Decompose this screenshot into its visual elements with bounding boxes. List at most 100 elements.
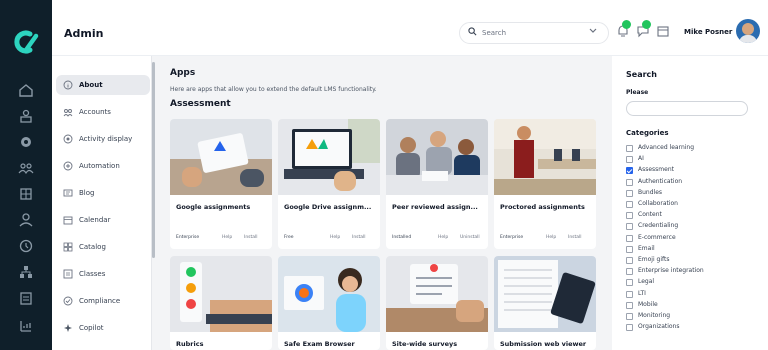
subnav-item-automation[interactable]: Automation — [56, 156, 150, 176]
category-checkbox[interactable] — [626, 201, 633, 208]
category-label: Bundles — [638, 188, 663, 196]
top-header: Admin Search Mike Posner — [52, 0, 768, 56]
app-card-action-link[interactable]: Install — [244, 235, 258, 240]
filter-search-label: Please — [626, 89, 649, 96]
app-rail — [0, 0, 52, 350]
app-card-title: Proctored assignments — [500, 203, 585, 211]
reports-icon[interactable] — [18, 290, 34, 306]
category-checkbox[interactable] — [626, 178, 633, 186]
category-checkbox[interactable] — [626, 290, 633, 298]
category-checkbox[interactable] — [626, 268, 633, 276]
brand-logo-icon[interactable] — [10, 28, 42, 56]
notification-badge — [622, 20, 631, 29]
category-label: Emoji gifts — [638, 256, 670, 263]
app-card-help-link[interactable]: Help — [546, 235, 556, 240]
category-label: Organizations — [638, 323, 680, 331]
section-heading: Assessment — [170, 99, 231, 109]
app-card-title: Site-wide surveys — [392, 340, 458, 348]
category-checkbox[interactable] — [626, 145, 633, 152]
filter-search-input[interactable] — [626, 101, 748, 116]
analytics-icon[interactable] — [18, 318, 34, 334]
app-card[interactable]: Google Drive assignm... Free Help Instal… — [278, 119, 380, 249]
library-icon[interactable] — [18, 186, 34, 202]
app-card[interactable]: Google assignments Enterprise Help Insta… — [170, 119, 272, 249]
subnav-item-about[interactable]: About — [56, 75, 150, 95]
app-card-tag: Free — [284, 235, 294, 240]
category-label: LTI — [638, 289, 646, 297]
app-card-image — [278, 256, 380, 332]
subnav-item-label: Blog — [79, 189, 95, 197]
chevron-down-icon[interactable] — [589, 27, 597, 36]
category-checkbox[interactable] — [626, 167, 633, 175]
app-card[interactable]: Peer reviewed assign... Installed Help U… — [386, 119, 488, 249]
chat-badge — [642, 20, 651, 29]
avatar[interactable] — [736, 19, 760, 43]
users-icon[interactable] — [18, 160, 34, 176]
category-label: Mobile — [638, 300, 658, 308]
subnav-item-activity-display[interactable]: Activity display — [56, 129, 150, 149]
user-name[interactable]: Mike Posner — [684, 28, 732, 36]
app-card[interactable]: Rubrics — [170, 256, 272, 350]
category-checkbox[interactable] — [626, 212, 633, 220]
app-card-action-link[interactable]: Install — [352, 235, 366, 240]
app-card[interactable]: Site-wide surveys — [386, 256, 488, 350]
subnav-scrollbar[interactable] — [152, 62, 155, 258]
app-card[interactable]: Proctored assignments Enterprise Help In… — [494, 119, 596, 249]
org-chart-icon[interactable] — [18, 264, 34, 280]
apps-description: Here are apps that allow you to extend t… — [170, 86, 377, 93]
calendar-icon[interactable] — [656, 24, 670, 38]
subnav-item-catalog[interactable]: Catalog — [56, 237, 150, 257]
app-card-help-link[interactable]: Help — [330, 235, 340, 240]
app-card-tag: Enterprise — [176, 235, 200, 240]
apps-main: Apps Here are apps that allow you to ext… — [158, 56, 608, 350]
profile-icon[interactable] — [18, 212, 34, 228]
app-card-help-link[interactable]: Help — [438, 235, 448, 240]
clock-icon[interactable] — [18, 238, 34, 254]
category-checkbox[interactable] — [626, 301, 633, 309]
filter-panel: Search Please Categories Advanced learni… — [612, 56, 768, 350]
app-card[interactable]: Submission web viewer — [494, 256, 596, 350]
app-card-action-link[interactable]: Install — [568, 235, 582, 240]
page-title: Admin — [64, 27, 104, 40]
category-label: Credentialing — [638, 222, 679, 230]
app-card-image — [170, 119, 272, 195]
category-checkbox[interactable] — [626, 156, 633, 164]
category-label: Authentication — [638, 177, 683, 185]
category-label: Email — [638, 244, 655, 252]
category-label: Collaboration — [638, 200, 678, 207]
subnav-item-accounts[interactable]: Accounts — [56, 102, 150, 122]
groups-icon[interactable] — [18, 108, 34, 124]
app-card-image — [494, 256, 596, 332]
blog-icon — [63, 189, 73, 197]
category-checkbox[interactable] — [626, 324, 633, 332]
subnav-item-label: Calendar — [79, 216, 111, 224]
category-label: E-commerce — [638, 233, 676, 241]
app-card[interactable]: Safe Exam Browser — [278, 256, 380, 350]
app-card-title: Google Drive assignm... — [284, 203, 372, 211]
category-checkbox[interactable] — [626, 223, 633, 231]
settings-icon[interactable] — [18, 134, 34, 150]
app-card-action-link[interactable]: Uninstall — [460, 235, 480, 240]
subnav-item-classes[interactable]: Classes — [56, 264, 150, 284]
category-checkbox[interactable] — [626, 279, 633, 287]
app-card-image — [170, 256, 272, 332]
subnav-item-label: About — [79, 81, 103, 89]
subnav-item-label: Catalog — [79, 243, 106, 251]
subnav-item-copilot[interactable]: Copilot — [56, 318, 150, 338]
category-checkbox[interactable] — [626, 313, 633, 320]
subnav-item-calendar[interactable]: Calendar — [56, 210, 150, 230]
subnav-item-label: Accounts — [79, 108, 111, 116]
global-search[interactable]: Search — [459, 22, 609, 44]
category-checkbox[interactable] — [626, 245, 633, 253]
app-card-help-link[interactable]: Help — [222, 235, 232, 240]
home-icon[interactable] — [18, 82, 34, 98]
category-checkbox[interactable] — [626, 257, 633, 264]
automation-icon — [63, 161, 73, 171]
subnav-item-compliance[interactable]: Compliance — [56, 291, 150, 311]
activity-icon — [63, 134, 73, 144]
subnav-item-blog[interactable]: Blog — [56, 183, 150, 203]
subnav-item-label: Compliance — [79, 297, 121, 305]
app-card-image — [386, 119, 488, 195]
category-checkbox[interactable] — [626, 189, 633, 197]
category-checkbox[interactable] — [626, 234, 633, 242]
